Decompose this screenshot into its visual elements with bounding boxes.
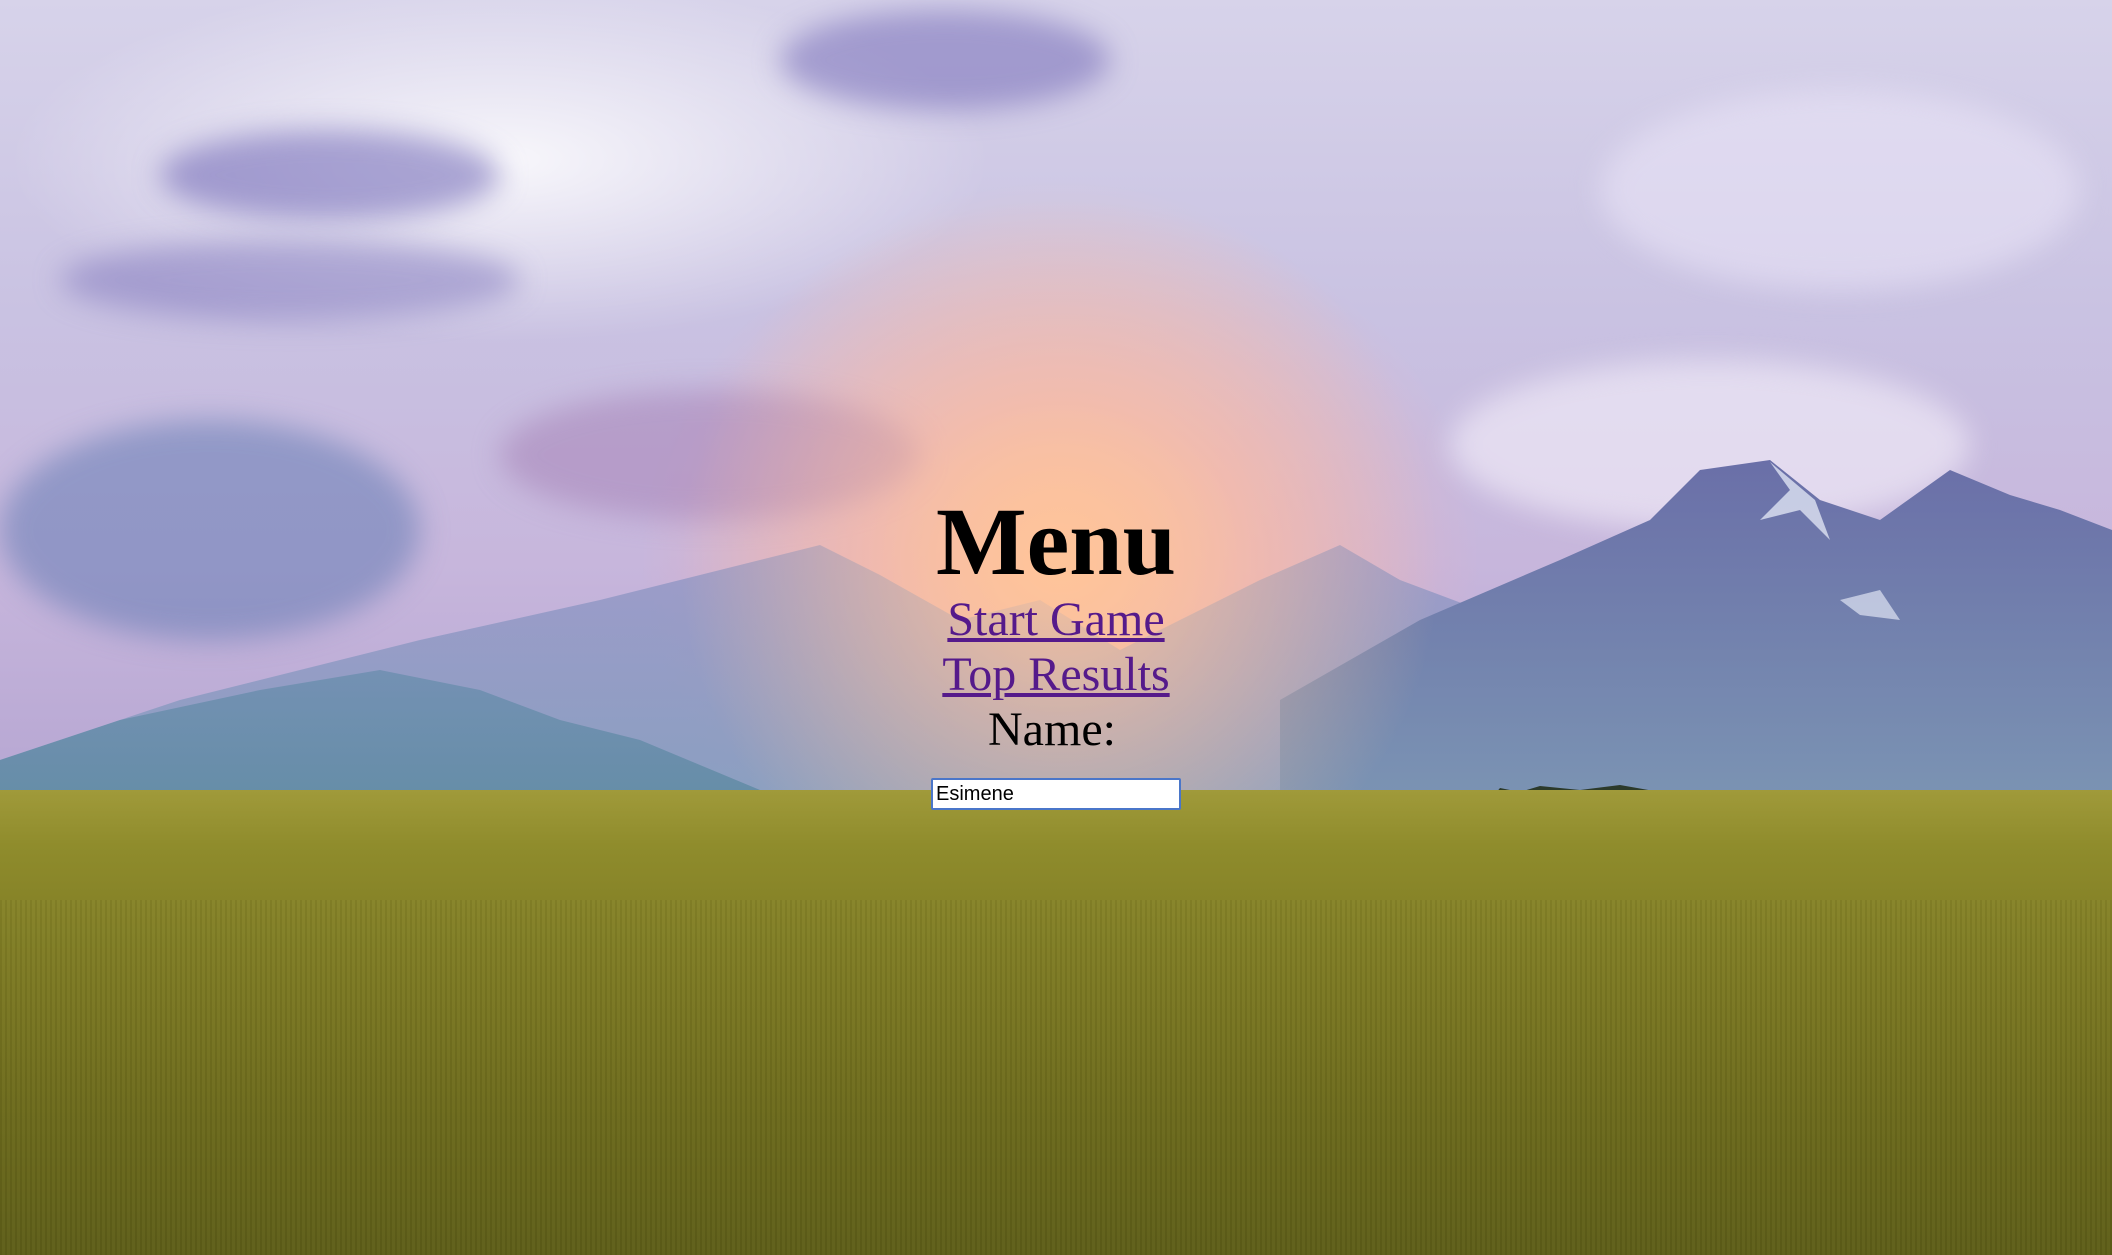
name-input[interactable] (931, 778, 1181, 810)
menu-panel: Menu Start Game Top Results Name: (0, 492, 2112, 810)
wheat-texture (0, 900, 2112, 1255)
name-label: Name: (988, 703, 1116, 756)
start-game-link[interactable]: Start Game (947, 592, 1164, 647)
menu-title: Menu (936, 488, 1176, 595)
top-results-link[interactable]: Top Results (942, 647, 1169, 702)
